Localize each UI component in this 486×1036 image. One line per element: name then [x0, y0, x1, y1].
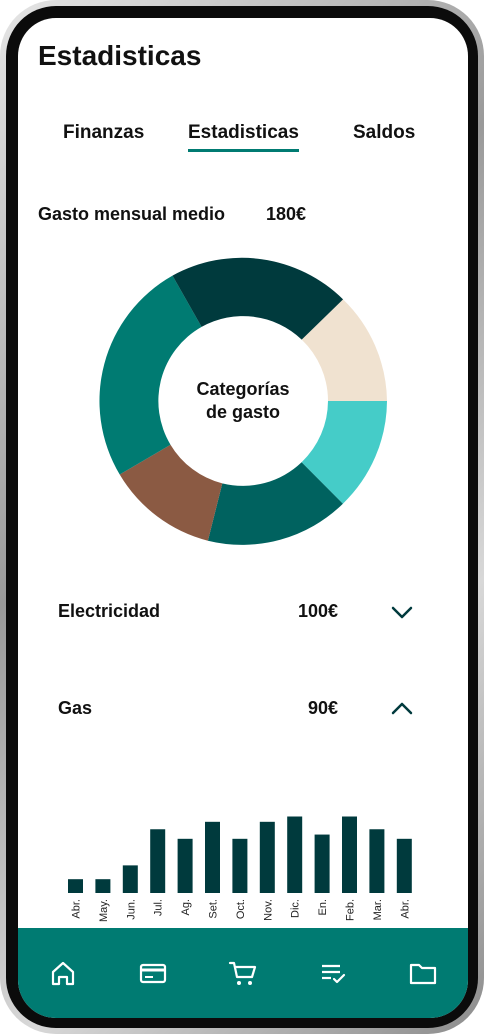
bar-tick-label: En.	[317, 899, 329, 916]
bar-Abr.[interactable]	[396, 838, 412, 893]
bar-Feb.[interactable]	[342, 816, 357, 894]
bar-tick-label: Mar.	[372, 899, 384, 920]
bar-Abr.[interactable]	[68, 879, 83, 893]
chevron-down-icon[interactable]	[390, 603, 414, 621]
tab-finanzas[interactable]: Finanzas	[63, 122, 144, 144]
average-spend-label: Gasto mensual medio	[38, 204, 226, 224]
bar-tick-label: Feb.	[345, 899, 357, 921]
bar-tick-label: Jul.	[153, 899, 165, 916]
bar-En.[interactable]	[314, 834, 330, 893]
bar-Jul.[interactable]	[150, 829, 166, 893]
tab-bar: Finanzas Estadisticas Saldos	[18, 118, 468, 158]
bar-tick-label: Set.	[208, 899, 220, 919]
bar-tick-label: May.	[98, 899, 110, 922]
cart-icon[interactable]	[228, 958, 258, 988]
tab-saldos[interactable]: Saldos	[353, 122, 415, 144]
bar-tick-label: Nov.	[262, 899, 274, 921]
bar-tick-label: Oct.	[235, 899, 247, 919]
bottom-nav	[18, 928, 468, 1018]
bar-Ag.[interactable]	[177, 838, 193, 893]
card-icon[interactable]	[138, 958, 168, 988]
category-amount: 90€	[307, 698, 338, 718]
bar-May.[interactable]	[95, 879, 111, 893]
average-spend-value: 180€	[266, 204, 307, 224]
bar-tick-label: Ag.	[180, 899, 192, 916]
category-label: Gas	[58, 698, 93, 718]
checklist-icon[interactable]	[318, 958, 348, 988]
bar-tick-label: Dic.	[290, 899, 302, 918]
page-title: Estadisticas	[38, 40, 202, 71]
monthly-bar-chart: Abr. May. Jun. Jul. Ag. Set. Oct. Nov. Dic. En. Fe…	[68, 816, 412, 922]
donut-center-line-1: Categorías	[196, 379, 290, 399]
category-row-electricidad[interactable]: Electricidad 100€	[18, 593, 468, 633]
bar-Nov.[interactable]	[259, 821, 275, 893]
bar-Jun.[interactable]	[122, 865, 138, 893]
bar-tick-label: Jun.	[125, 899, 137, 920]
chevron-up-icon[interactable]	[390, 700, 414, 718]
donut-center-line-2: de gasto	[205, 402, 280, 422]
donut-center-label: Categorías de gasto	[178, 378, 308, 424]
tab-estadisticas[interactable]: Estadisticas	[188, 122, 299, 152]
category-label: Electricidad	[58, 601, 161, 621]
bar-Oct.[interactable]	[232, 838, 248, 893]
category-amount: 100€	[297, 601, 338, 621]
donut-segment-teal[interactable]	[99, 275, 202, 475]
bar-Set.[interactable]	[205, 821, 220, 893]
app-screen: Estadisticas Finanzas Estadisticas Saldo…	[18, 18, 468, 1018]
bar-tick-label: Abr.	[71, 899, 83, 919]
folder-icon[interactable]	[408, 958, 438, 988]
bar-Dic.[interactable]	[287, 816, 303, 894]
category-row-gas[interactable]: Gas 90€	[18, 690, 468, 730]
bar-tick-label: Abr.	[399, 899, 411, 919]
bar-Mar.[interactable]	[369, 829, 385, 893]
home-icon[interactable]	[48, 958, 78, 988]
